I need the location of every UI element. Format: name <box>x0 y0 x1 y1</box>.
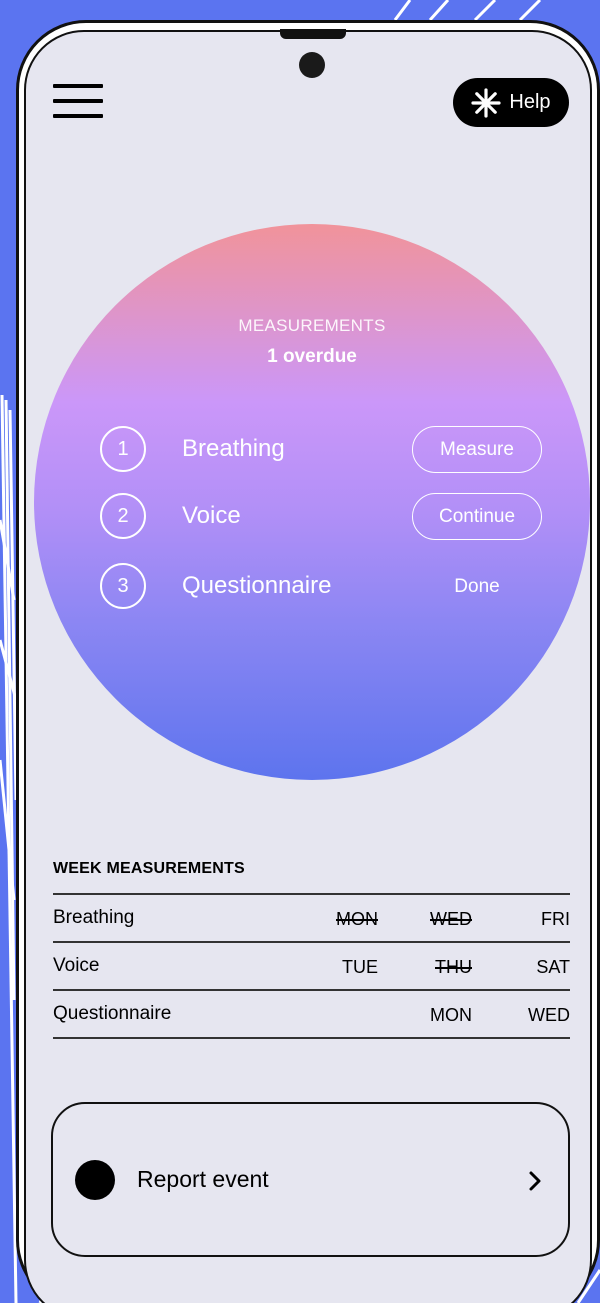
asterisk-icon <box>471 87 502 118</box>
step-number-badge: 1 <box>100 426 146 472</box>
divider <box>53 989 570 991</box>
week-row-name: Breathing <box>53 907 135 928</box>
help-label: Help <box>509 91 551 113</box>
divider <box>53 893 570 895</box>
day-scheduled: SAT <box>536 957 570 977</box>
measurement-name: Questionnaire <box>182 572 332 599</box>
filled-circle-icon <box>75 1160 115 1200</box>
day-scheduled: TUE <box>342 957 378 977</box>
week-row-name: Questionnaire <box>53 1003 172 1024</box>
measurement-row-questionnaire: 3 Questionnaire Done <box>34 563 590 613</box>
done-status: Done <box>454 575 500 597</box>
measurement-name: Breathing <box>182 435 285 462</box>
divider <box>53 941 570 943</box>
week-row-name: Voice <box>53 955 100 976</box>
week-row-breathing: Breathing MON WED FRI <box>53 893 570 941</box>
step-number-badge: 3 <box>100 563 146 609</box>
day-completed: THU <box>435 957 472 977</box>
measurement-row-voice: 2 Voice Continue <box>34 493 590 543</box>
day-scheduled: WED <box>528 1005 570 1025</box>
chevron-right-icon <box>529 1171 541 1191</box>
divider <box>53 1037 570 1039</box>
overdue-status: 1 overdue <box>267 346 357 367</box>
week-row-questionnaire: Questionnaire MON WED <box>53 989 570 1037</box>
day-scheduled: MON <box>430 1005 472 1025</box>
measurement-name: Voice <box>182 502 241 529</box>
measure-button[interactable]: Measure <box>412 426 542 473</box>
phone-speaker <box>280 29 346 39</box>
measurements-title: MEASUREMENTS <box>238 316 386 335</box>
day-completed: MON <box>336 909 378 929</box>
step-number-badge: 2 <box>100 493 146 539</box>
week-row-voice: Voice TUE THU SAT <box>53 941 570 989</box>
continue-button[interactable]: Continue <box>412 493 542 540</box>
day-scheduled: FRI <box>541 909 570 929</box>
report-event-label: Report event <box>137 1166 269 1192</box>
day-completed: WED <box>430 909 472 929</box>
week-measurements-title: WEEK MEASUREMENTS <box>53 860 245 877</box>
front-camera <box>299 52 325 78</box>
measurements-circle: MEASUREMENTS 1 overdue 1 Breathing Measu… <box>34 224 590 780</box>
hamburger-menu-icon[interactable] <box>53 84 105 120</box>
measurement-row-breathing: 1 Breathing Measure <box>34 426 590 476</box>
report-event-button[interactable]: Report event <box>51 1102 570 1257</box>
help-button[interactable]: Help <box>453 78 569 127</box>
